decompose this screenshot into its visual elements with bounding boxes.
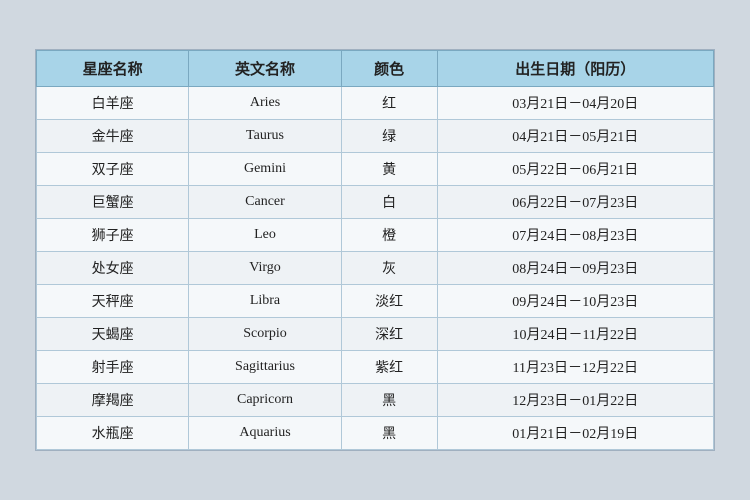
table-row: 处女座Virgo灰08月24日－09月23日 [37, 252, 714, 285]
cell-row8-col2: 紫红 [341, 351, 437, 384]
cell-row7-col2: 深红 [341, 318, 437, 351]
table-row: 射手座Sagittarius紫红11月23日－12月22日 [37, 351, 714, 384]
cell-row10-col2: 黑 [341, 417, 437, 450]
cell-row3-col0: 巨蟹座 [37, 186, 189, 219]
cell-row2-col0: 双子座 [37, 153, 189, 186]
cell-row9-col1: Capricorn [189, 384, 341, 417]
cell-row8-col3: 11月23日－12月22日 [437, 351, 713, 384]
header-col-2: 颜色 [341, 51, 437, 87]
table-row: 白羊座Aries红03月21日－04月20日 [37, 87, 714, 120]
table-row: 金牛座Taurus绿04月21日－05月21日 [37, 120, 714, 153]
cell-row3-col3: 06月22日－07月23日 [437, 186, 713, 219]
cell-row8-col1: Sagittarius [189, 351, 341, 384]
zodiac-table-container: 星座名称英文名称颜色出生日期（阳历） 白羊座Aries红03月21日－04月20… [35, 49, 715, 451]
cell-row1-col1: Taurus [189, 120, 341, 153]
cell-row6-col3: 09月24日－10月23日 [437, 285, 713, 318]
header-col-0: 星座名称 [37, 51, 189, 87]
table-header-row: 星座名称英文名称颜色出生日期（阳历） [37, 51, 714, 87]
cell-row2-col2: 黄 [341, 153, 437, 186]
cell-row7-col0: 天蝎座 [37, 318, 189, 351]
header-col-1: 英文名称 [189, 51, 341, 87]
header-col-3: 出生日期（阳历） [437, 51, 713, 87]
cell-row1-col0: 金牛座 [37, 120, 189, 153]
cell-row3-col1: Cancer [189, 186, 341, 219]
cell-row10-col0: 水瓶座 [37, 417, 189, 450]
table-row: 狮子座Leo橙07月24日－08月23日 [37, 219, 714, 252]
cell-row0-col1: Aries [189, 87, 341, 120]
cell-row4-col0: 狮子座 [37, 219, 189, 252]
cell-row3-col2: 白 [341, 186, 437, 219]
cell-row0-col2: 红 [341, 87, 437, 120]
cell-row9-col3: 12月23日－01月22日 [437, 384, 713, 417]
table-row: 巨蟹座Cancer白06月22日－07月23日 [37, 186, 714, 219]
cell-row9-col2: 黑 [341, 384, 437, 417]
cell-row8-col0: 射手座 [37, 351, 189, 384]
zodiac-table: 星座名称英文名称颜色出生日期（阳历） 白羊座Aries红03月21日－04月20… [36, 50, 714, 450]
cell-row6-col2: 淡红 [341, 285, 437, 318]
cell-row7-col1: Scorpio [189, 318, 341, 351]
cell-row4-col1: Leo [189, 219, 341, 252]
cell-row10-col3: 01月21日－02月19日 [437, 417, 713, 450]
table-row: 双子座Gemini黄05月22日－06月21日 [37, 153, 714, 186]
table-row: 摩羯座Capricorn黑12月23日－01月22日 [37, 384, 714, 417]
cell-row5-col0: 处女座 [37, 252, 189, 285]
table-body: 白羊座Aries红03月21日－04月20日金牛座Taurus绿04月21日－0… [37, 87, 714, 450]
cell-row7-col3: 10月24日－11月22日 [437, 318, 713, 351]
cell-row2-col3: 05月22日－06月21日 [437, 153, 713, 186]
cell-row5-col2: 灰 [341, 252, 437, 285]
cell-row10-col1: Aquarius [189, 417, 341, 450]
cell-row2-col1: Gemini [189, 153, 341, 186]
cell-row6-col1: Libra [189, 285, 341, 318]
cell-row4-col3: 07月24日－08月23日 [437, 219, 713, 252]
table-row: 水瓶座Aquarius黑01月21日－02月19日 [37, 417, 714, 450]
table-row: 天蝎座Scorpio深红10月24日－11月22日 [37, 318, 714, 351]
cell-row1-col2: 绿 [341, 120, 437, 153]
cell-row6-col0: 天秤座 [37, 285, 189, 318]
cell-row1-col3: 04月21日－05月21日 [437, 120, 713, 153]
cell-row5-col1: Virgo [189, 252, 341, 285]
cell-row4-col2: 橙 [341, 219, 437, 252]
cell-row9-col0: 摩羯座 [37, 384, 189, 417]
cell-row0-col3: 03月21日－04月20日 [437, 87, 713, 120]
cell-row5-col3: 08月24日－09月23日 [437, 252, 713, 285]
table-row: 天秤座Libra淡红09月24日－10月23日 [37, 285, 714, 318]
cell-row0-col0: 白羊座 [37, 87, 189, 120]
